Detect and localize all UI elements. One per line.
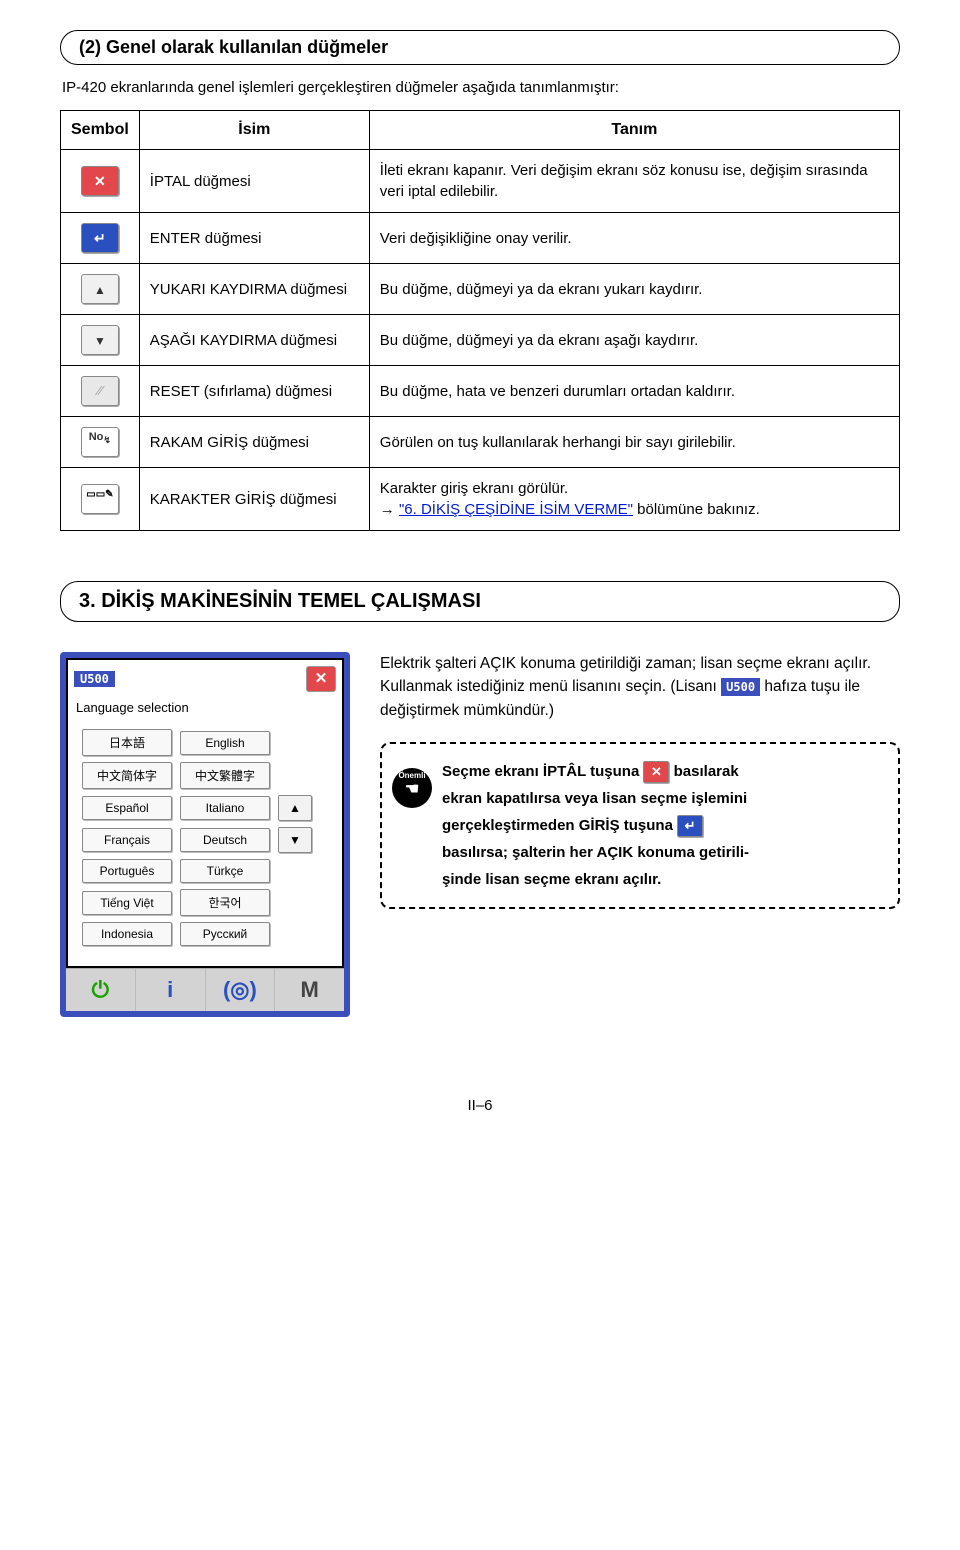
col-symbol: Sembol — [61, 111, 140, 150]
row-name: AŞAĞI KAYDIRMA düğmesi — [139, 315, 369, 366]
enter-icon: ↵ — [81, 223, 119, 253]
lang-button[interactable]: Português — [82, 859, 172, 883]
u500-badge: U500 — [74, 671, 115, 687]
section-2-title: (2) Genel olarak kullanılan düğmeler — [60, 30, 900, 65]
table-row: YUKARI KAYDIRMA düğmesi Bu düğme, düğmey… — [61, 264, 900, 315]
close-icon[interactable]: ✕ — [306, 666, 336, 692]
lang-button[interactable]: 中文繁體字 — [180, 762, 270, 789]
row-desc: Karakter giriş ekranı görülür. → "6. DİK… — [369, 468, 899, 531]
table-row: ✕ İPTAL düğmesi İleti ekranı kapanır. Ve… — [61, 150, 900, 213]
row-desc: Veri değişikliğine onay verilir. — [369, 213, 899, 264]
row-name: YUKARI KAYDIRMA düğmesi — [139, 264, 369, 315]
section-2-intro: IP-420 ekranlarında genel işlemleri gerç… — [62, 79, 900, 96]
reset-icon: ⁄⁄ — [81, 376, 119, 406]
u500-inline-badge: U500 — [721, 678, 760, 696]
row-desc: Bu düğme, hata ve benzeri durumları orta… — [369, 366, 899, 417]
row-name: İPTAL düğmesi — [139, 150, 369, 213]
info-icon[interactable]: i — [136, 969, 206, 1011]
important-note: Önemli ☚ Seçme ekranı İPTÂL tuşuna ✕ bas… — [380, 742, 900, 909]
enter-icon: ↵ — [677, 815, 703, 837]
row-desc: Bu düğme, düğmeyi ya da ekranı aşağı kay… — [369, 315, 899, 366]
page-number: II–6 — [60, 1097, 900, 1114]
lang-button[interactable]: Español — [82, 796, 172, 820]
lang-button[interactable]: Tiếng Việt — [82, 891, 172, 915]
row-name: ENTER düğmesi — [139, 213, 369, 264]
table-row: ▭▭✎ KARAKTER GİRİŞ düğmesi Karakter giri… — [61, 468, 900, 531]
table-row: AŞAĞI KAYDIRMA düğmesi Bu düğme, düğmeyi… — [61, 315, 900, 366]
buttons-table: Sembol İsim Tanım ✕ İPTAL düğmesi İleti … — [60, 110, 900, 531]
lang-button[interactable]: Indonesia — [82, 922, 172, 946]
link-section-6[interactable]: "6. DİKİŞ ÇEŞİDİNE İSİM VERME" — [399, 501, 633, 518]
lang-button[interactable]: 한국어 — [180, 889, 270, 916]
scroll-up-icon[interactable]: ▲ — [278, 795, 312, 821]
lang-button[interactable]: Türkçe — [180, 859, 270, 883]
scroll-down-icon[interactable]: ▼ — [278, 827, 312, 853]
cancel-icon: ✕ — [81, 166, 119, 196]
row-desc: İleti ekranı kapanır. Veri değişim ekran… — [369, 150, 899, 213]
row-name: KARAKTER GİRİŞ düğmesi — [139, 468, 369, 531]
section-3-paragraph: Elektrik şalteri AÇIK konuma getirildiği… — [380, 652, 900, 722]
lang-button[interactable]: Italiano — [180, 796, 270, 820]
row-desc: Bu düğme, düğmeyi ya da ekranı yukarı ka… — [369, 264, 899, 315]
language-selection-label: Language selection — [68, 694, 342, 729]
lang-button[interactable]: Русский — [180, 922, 270, 946]
col-name: İsim — [139, 111, 369, 150]
section-3-title: 3. DİKİŞ MAKİNESİNİN TEMEL ÇALIŞMASI — [60, 581, 900, 622]
table-row: No↯ RAKAM GİRİŞ düğmesi Görülen on tuş k… — [61, 417, 900, 468]
lang-button[interactable]: 中文简体字 — [82, 762, 172, 789]
scroll-down-icon — [81, 325, 119, 355]
col-desc: Tanım — [369, 111, 899, 150]
lang-button[interactable]: 日本語 — [82, 729, 172, 756]
mode-icon[interactable]: M — [275, 969, 344, 1011]
language-selection-screenshot: U500 ✕ Language selection 日本語 English 中文… — [60, 652, 350, 1017]
row-name: RAKAM GİRİŞ düğmesi — [139, 417, 369, 468]
power-icon[interactable]: ⏻ — [66, 969, 136, 1011]
row-name: RESET (sıfırlama) düğmesi — [139, 366, 369, 417]
important-badge-icon: Önemli ☚ — [392, 768, 432, 808]
scroll-up-icon — [81, 274, 119, 304]
table-row: ↵ ENTER düğmesi Veri değişikliğine onay … — [61, 213, 900, 264]
row-desc: Görülen on tuş kullanılarak herhangi bir… — [369, 417, 899, 468]
lang-button[interactable]: English — [180, 731, 270, 755]
comm-icon[interactable]: (◎) — [206, 969, 276, 1011]
lang-button[interactable]: Français — [82, 828, 172, 852]
cancel-icon: ✕ — [643, 761, 669, 783]
lang-button[interactable]: Deutsch — [180, 828, 270, 852]
table-row: ⁄⁄ RESET (sıfırlama) düğmesi Bu düğme, h… — [61, 366, 900, 417]
number-input-icon: No↯ — [81, 427, 119, 457]
character-input-icon: ▭▭✎ — [81, 484, 119, 514]
